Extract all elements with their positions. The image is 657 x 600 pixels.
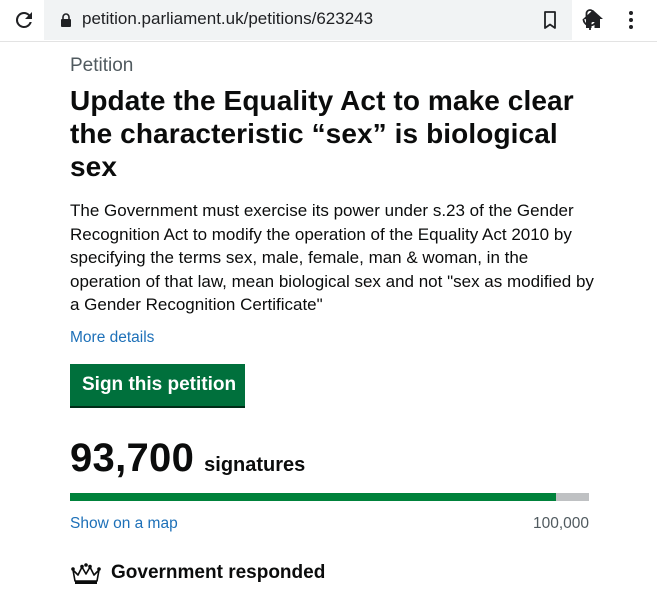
signature-progress-bar: [70, 492, 589, 501]
signature-count-row: 93,700 signatures: [70, 436, 600, 481]
sign-petition-button[interactable]: Sign this petition: [70, 363, 245, 406]
petition-content: Petition Update the Equality Act to make…: [70, 52, 600, 589]
crown-icon: [71, 562, 101, 584]
address-bar[interactable]: petition.parliament.uk/petitions/623243: [44, 0, 598, 40]
signature-threshold: 100,000: [532, 514, 589, 532]
url-text[interactable]: petition.parliament.uk/petitions/623243: [82, 9, 373, 29]
more-details-link[interactable]: More details: [70, 329, 154, 347]
signature-count: 93,700: [70, 435, 195, 480]
more-options-icon[interactable]: [626, 9, 636, 31]
signature-label: signatures: [204, 453, 306, 476]
petition-title: Update the Equality Act to make clear th…: [70, 85, 574, 182]
government-response-heading: Government responded: [70, 559, 600, 589]
browser-toolbar: petition.parliament.uk/petitions/623243: [0, 0, 657, 42]
progress-labels: Show on a map 100,000: [70, 515, 589, 537]
reload-icon[interactable]: [12, 8, 36, 32]
bookmark-icon[interactable]: [542, 9, 558, 31]
lock-icon: [61, 13, 71, 27]
petition-summary: The Government must exercise its power u…: [70, 201, 594, 314]
signature-progress-fill: [70, 492, 557, 501]
home-icon[interactable]: [582, 8, 604, 30]
government-responded-label: Government responded: [111, 561, 326, 583]
show-on-map-link[interactable]: Show on a map: [70, 515, 178, 533]
page-caption: Petition: [70, 55, 134, 76]
